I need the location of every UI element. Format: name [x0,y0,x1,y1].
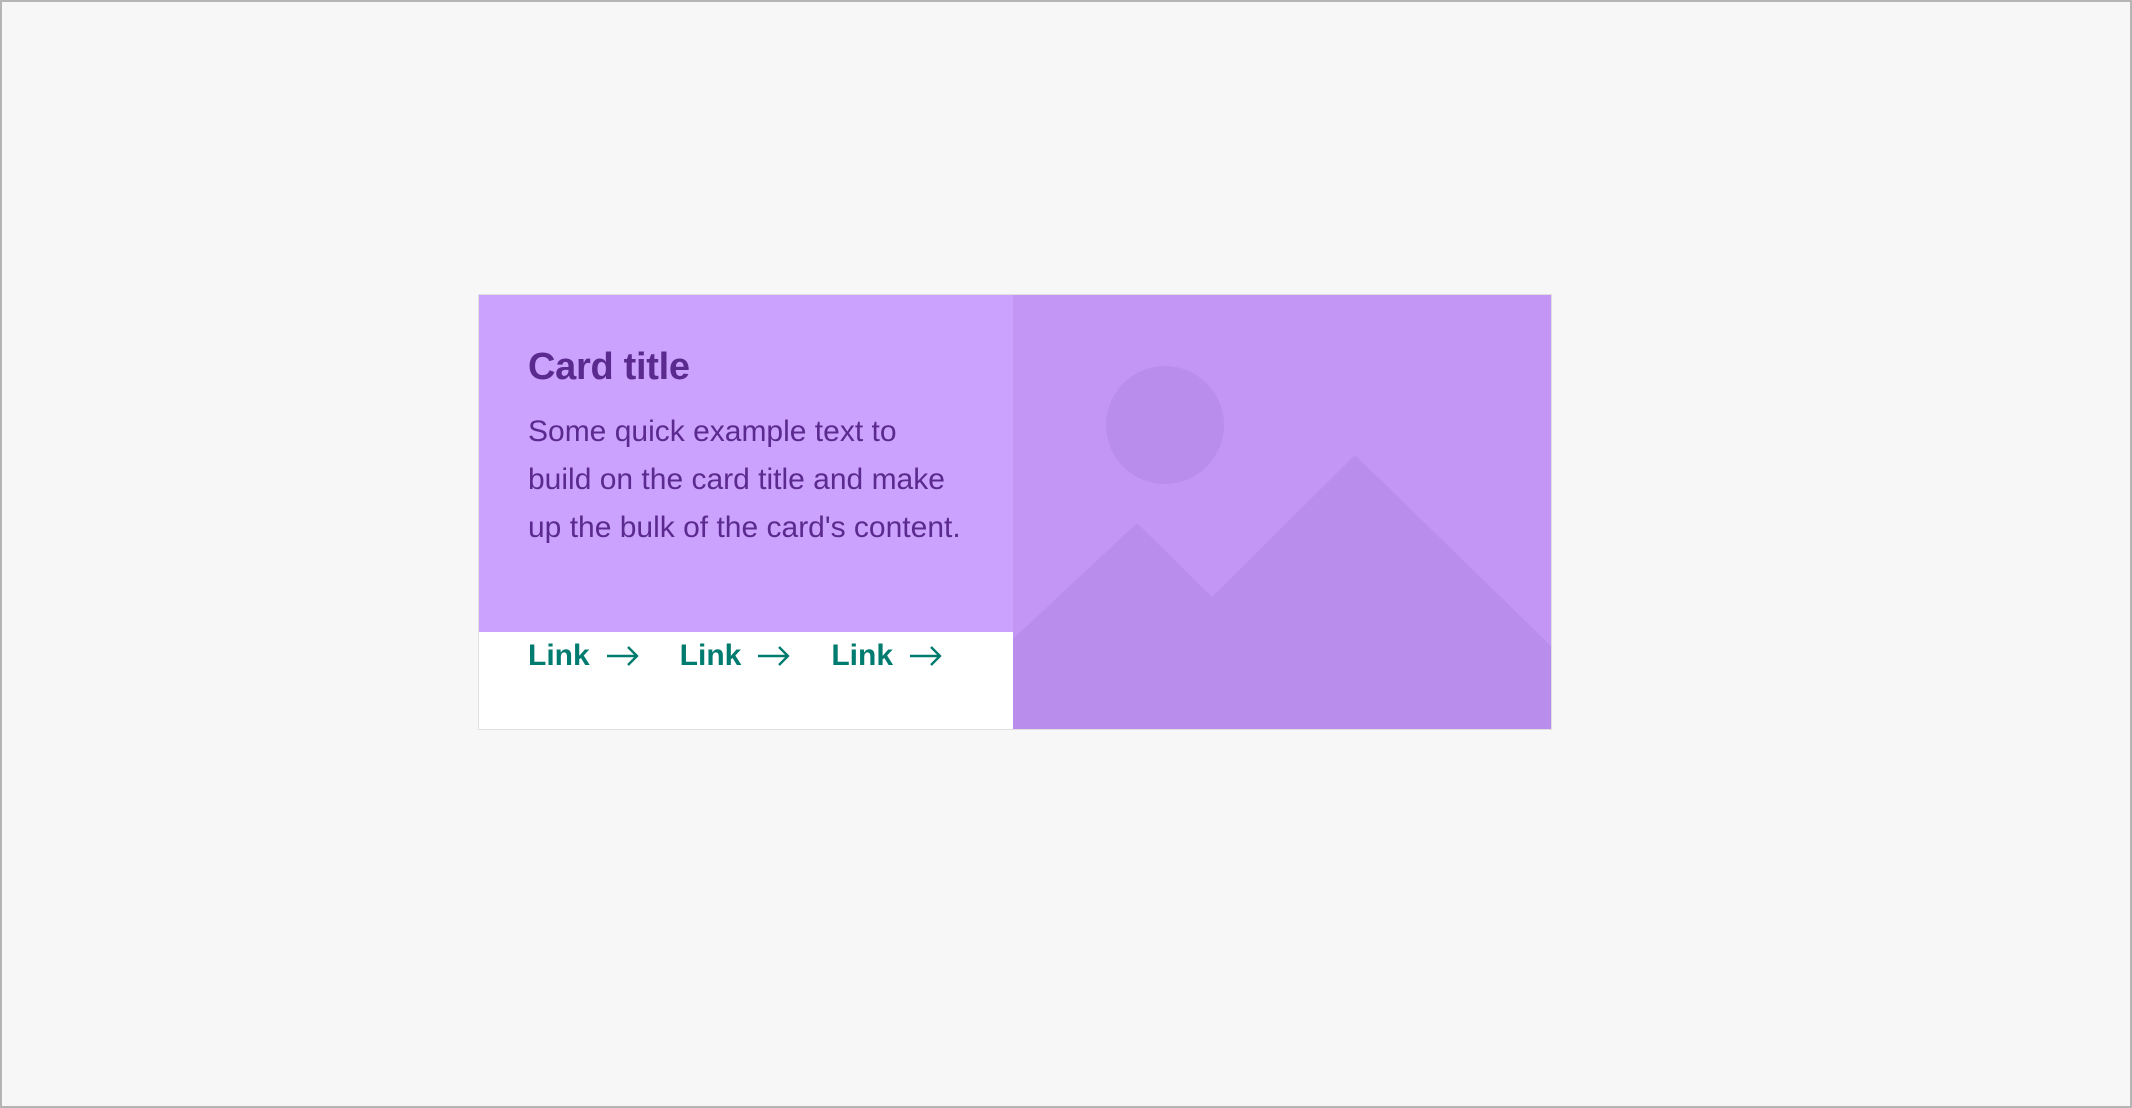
card-content: Card title Some quick example text to bu… [479,295,1013,729]
card-link-label: Link [831,639,894,672]
card-link-3[interactable]: Link [831,639,943,673]
image-placeholder-icon [1013,295,1551,729]
card-body: Card title Some quick example text to bu… [479,295,1013,632]
card-text: Some quick example text to build on the … [528,415,961,544]
card-image [1013,295,1551,729]
arrow-right-icon [606,646,640,666]
card-links: Link Link Link [479,632,1013,678]
card-link-2[interactable]: Link [680,639,792,673]
arrow-right-icon [909,646,943,666]
card-link-label: Link [679,639,742,672]
card-link-1[interactable]: Link [528,639,640,673]
page-frame: Card title Some quick example text to bu… [0,0,2132,1108]
arrow-right-icon [757,646,791,666]
card-link-label: Link [528,639,590,672]
card-title: Card title [528,346,690,388]
card: Card title Some quick example text to bu… [478,294,1552,730]
sun-circle [1106,366,1224,484]
